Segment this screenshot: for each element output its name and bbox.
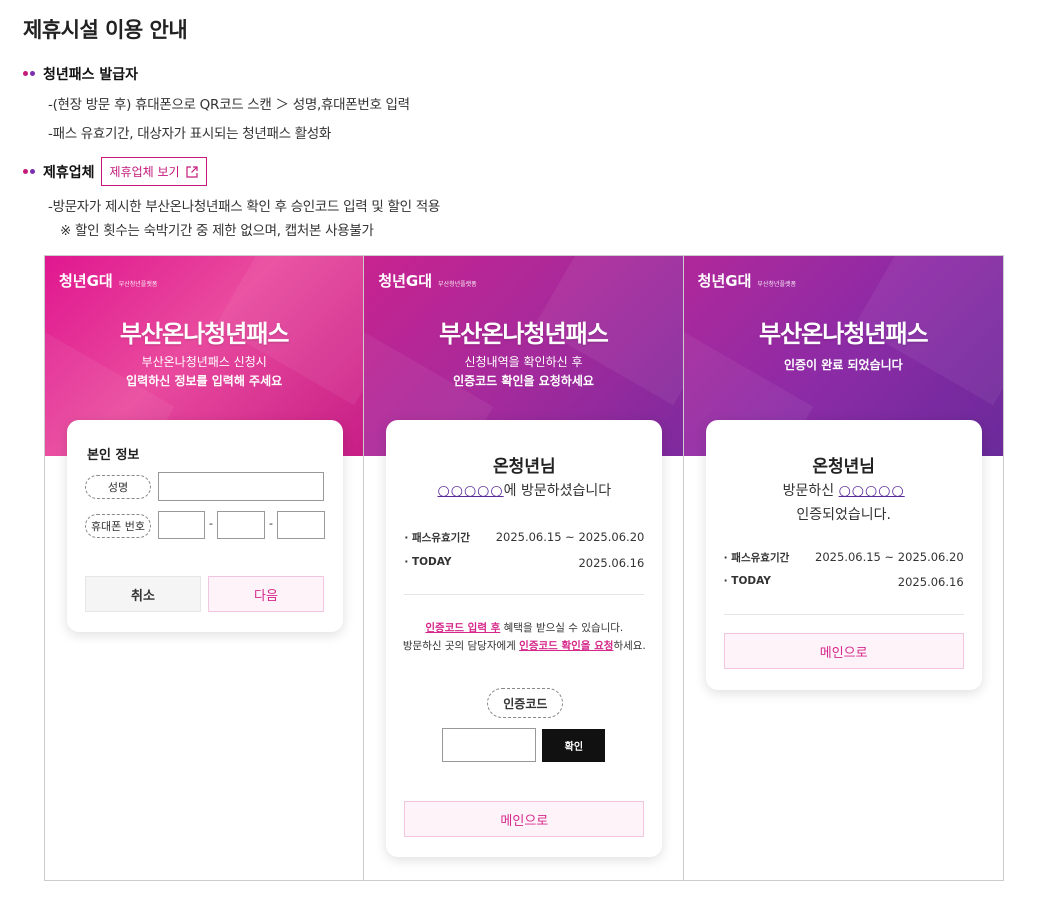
brand-logo: 청년G대 부산청년플랫폼 xyxy=(59,272,158,290)
view-partners-button[interactable]: 제휴업체 보기 xyxy=(100,157,207,186)
section-heading: 제휴업체 xyxy=(43,164,95,181)
name-label: 성명 xyxy=(85,475,151,499)
divider xyxy=(404,594,645,595)
verified-card: 온청년님 방문하신 ○○○○○ 인증되었습니다. · 패스유효기간 2025.06… xyxy=(705,420,982,690)
main-button[interactable]: 메인으로 xyxy=(723,633,964,669)
auth-code-input[interactable] xyxy=(442,728,537,762)
hero-text-bold: 인증코드 확인을 요청하세요 xyxy=(453,374,594,388)
visit-message: ○○○○○에 방문하셨습니다 xyxy=(437,483,612,499)
divider xyxy=(723,614,964,615)
main-button[interactable]: 메인으로 xyxy=(404,801,645,837)
section-partner: 제휴업체 제휴업체 보기 xyxy=(23,157,207,186)
description-line: -방문자가 제시한 부산온나청년패스 확인 후 승인코드 입력 및 할인 적용 xyxy=(48,199,440,215)
brand-logo: 청년G대 부산청년플랫폼 xyxy=(378,272,477,290)
bullet-icon xyxy=(23,167,39,177)
today-row: · TODAY 2025.06.16 xyxy=(404,556,645,570)
section-heading: 청년패스 발급자 xyxy=(43,67,139,83)
info-card: 본인 정보 성명 휴대폰 번호 - - 취소 다음 xyxy=(67,420,343,632)
validity-row: · 패스유효기간 2025.06.15 ~ 2025.06.20 xyxy=(723,550,964,564)
phone-input-1[interactable] xyxy=(158,511,205,539)
user-name: 온청년님 xyxy=(812,457,875,477)
facility-name: ○○○○○ xyxy=(838,483,905,499)
brand-logo: 청년G대 부산청년플랫폼 xyxy=(697,272,797,290)
confirm-button[interactable]: 확인 xyxy=(542,729,606,762)
hero-text: 신청내역을 확인하신 후 xyxy=(464,355,583,369)
pass-logo: 부산온나청년패스 xyxy=(439,320,609,348)
phone-input-3[interactable] xyxy=(277,511,325,539)
auth-code-label: 인증코드 xyxy=(487,688,564,718)
notice-line: 인증코드 입력 후 혜택을 받으실 수 있습니다. xyxy=(425,622,624,634)
cancel-button[interactable]: 취소 xyxy=(85,576,201,612)
next-button[interactable]: 다음 xyxy=(208,576,324,612)
verify-card: 온청년님 ○○○○○에 방문하셨습니다 · 패스유효기간 2025.06.15 ~… xyxy=(386,420,663,857)
phone-input-2[interactable] xyxy=(217,511,265,539)
phone-dash: - xyxy=(209,517,213,530)
bullet-icon xyxy=(23,69,39,79)
view-partners-label: 제휴업체 보기 xyxy=(109,165,180,179)
visit-message: 방문하신 ○○○○○ xyxy=(782,483,905,499)
hero-text-bold: 인증이 완료 되었습니다 xyxy=(783,358,903,372)
card-title: 본인 정보 xyxy=(87,448,140,463)
panel-input-info: 청년G대 부산청년플랫폼 부산온나청년패스 부산온나청년패스 신청시 입력하신 정… xyxy=(45,256,365,880)
hero-text: 부산온나청년패스 신청시 xyxy=(141,355,267,369)
external-link-icon xyxy=(185,165,198,178)
page-title: 제휴시설 이용 안내 xyxy=(23,18,188,42)
user-name: 온청년님 xyxy=(493,457,556,477)
description-note: ※ 할인 횟수는 숙박기간 중 제한 없으며, 캡처본 사용불가 xyxy=(60,223,374,239)
hero-text-bold: 입력하신 정보를 입력해 주세요 xyxy=(126,374,283,388)
description-line: -(현장 방문 후) 휴대폰으로 QR코드 스캔 ＞ 성명,휴대폰번호 입력 xyxy=(48,97,410,113)
verified-message: 인증되었습니다. xyxy=(796,507,891,523)
panel-verify-code: 청년G대 부산청년플랫폼 부산온나청년패스 신청내역을 확인하신 후 인증코드 확… xyxy=(364,256,684,880)
notice-line: 방문하신 곳의 담당자에게 인증코드 확인을 요청하세요. xyxy=(402,640,646,652)
today-row: · TODAY 2025.06.16 xyxy=(723,575,964,589)
section-pass-holder: 청년패스 발급자 xyxy=(23,64,138,84)
facility-name: ○○○○○ xyxy=(437,483,504,499)
pass-logo: 부산온나청년패스 xyxy=(119,320,290,348)
panel-verified: 청년G대 부산청년플랫폼 부산온나청년패스 인증이 완료 되었습니다 온청년님 방… xyxy=(683,256,1003,880)
pass-screens-frame: 청년G대 부산청년플랫폼 부산온나청년패스 부산온나청년패스 신청시 입력하신 정… xyxy=(44,255,1004,881)
description-line: -패스 유효기간, 대상자가 표시되는 청년패스 활성화 xyxy=(48,126,332,142)
phone-label: 휴대폰 번호 xyxy=(85,514,151,538)
pass-logo: 부산온나청년패스 xyxy=(759,320,929,348)
name-input[interactable] xyxy=(158,472,324,501)
phone-dash: - xyxy=(269,517,273,530)
validity-row: · 패스유효기간 2025.06.15 ~ 2025.06.20 xyxy=(404,530,645,544)
